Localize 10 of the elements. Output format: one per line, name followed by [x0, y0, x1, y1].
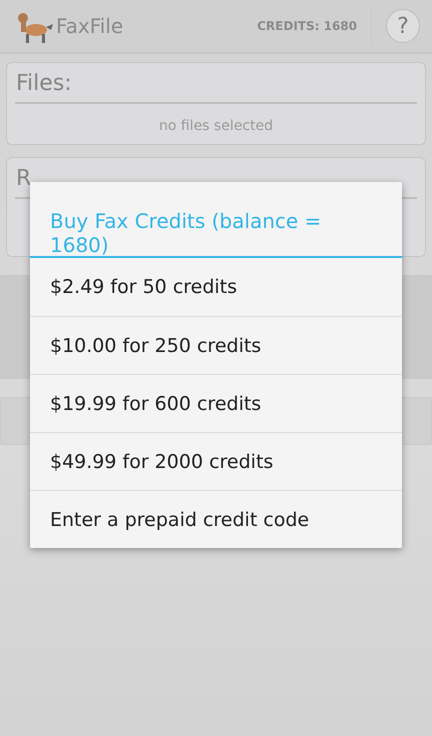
credit-option[interactable]: $2.49 for 50 credits — [30, 258, 402, 316]
credit-option[interactable]: $10.00 for 250 credits — [30, 316, 402, 374]
credits-label: CREDITS: 1680 — [257, 6, 372, 46]
files-heading: Files: — [15, 71, 417, 104]
credit-option[interactable]: $49.99 for 2000 credits — [30, 432, 402, 490]
app-title: FaxFile — [56, 14, 124, 38]
dialog-title: Buy Fax Credits (balance = 1680) — [30, 182, 402, 258]
empty-files-text: no files selected — [158, 117, 274, 134]
credit-option[interactable]: Enter a prepaid credit code — [30, 490, 402, 548]
credit-option[interactable]: $19.99 for 600 credits — [30, 374, 402, 432]
